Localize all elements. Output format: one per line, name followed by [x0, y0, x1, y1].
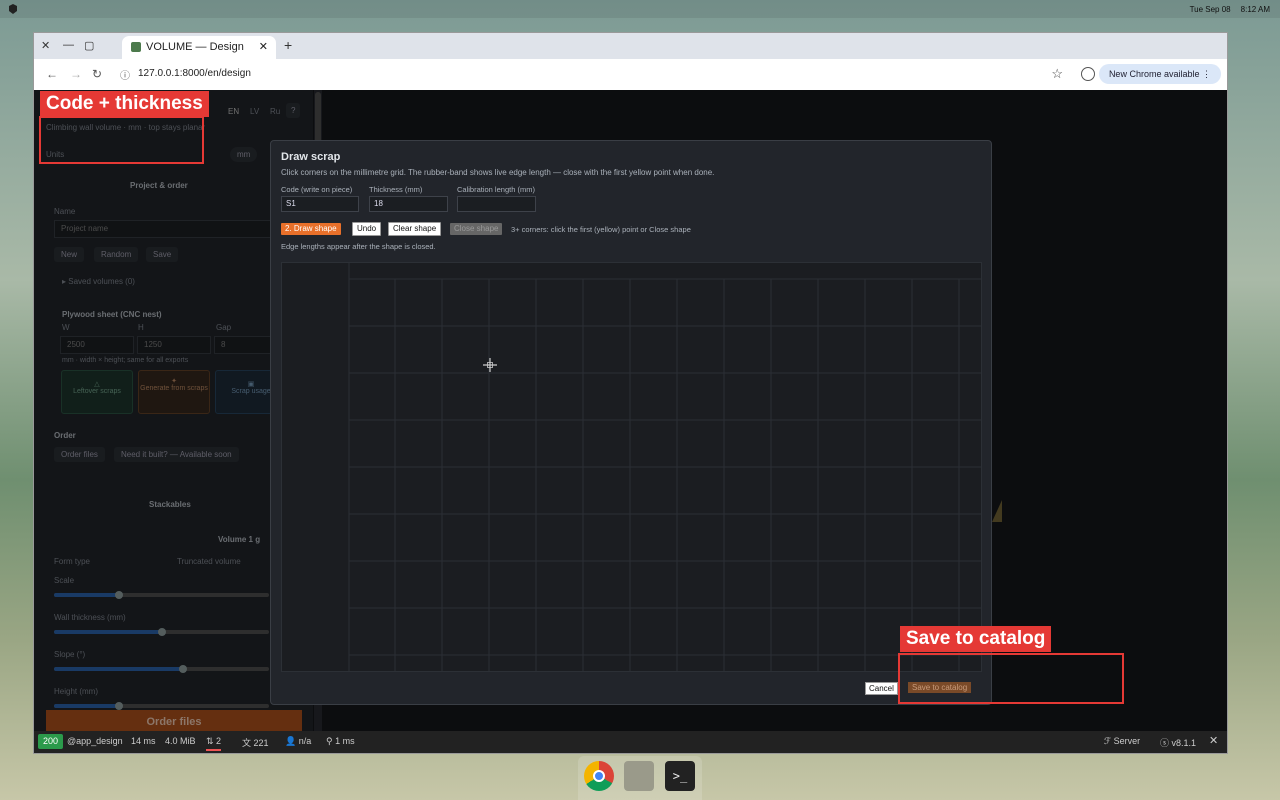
- corners-hint: 3+ corners: click the first (yellow) poi…: [511, 225, 691, 234]
- thickness-label: Thickness (mm): [369, 185, 423, 194]
- annotation-save-box: [898, 653, 1124, 704]
- events-value: 1 ms: [335, 736, 355, 746]
- site-info-icon[interactable]: ⓘ: [120, 67, 130, 82]
- server-indicator[interactable]: ℱ Server: [1104, 736, 1140, 747]
- chrome-update-button[interactable]: New Chrome available ⋮: [1098, 64, 1221, 84]
- user-value: n/a: [298, 736, 312, 746]
- status-code-badge[interactable]: 200: [38, 734, 64, 749]
- events-indicator[interactable]: ⚲ 1 ms: [326, 736, 355, 747]
- user-indicator[interactable]: 👤 n/a: [285, 736, 311, 747]
- cancel-button[interactable]: Cancel: [865, 682, 898, 695]
- url-field[interactable]: 127.0.0.1:8000/en/design: [138, 68, 251, 79]
- requests-count: 2: [216, 736, 222, 746]
- annotation-code-box: [39, 116, 204, 164]
- profile-icon[interactable]: [1081, 67, 1095, 81]
- annotation-code-thickness: Code + thickness: [40, 91, 209, 117]
- debug-toolbar: 200 @app_design 14 ms 4.0 MiB ⇅ 2 文 221 …: [34, 731, 1227, 753]
- os-logo-icon[interactable]: [7, 3, 19, 15]
- draw-shape-button[interactable]: 2. Draw shape: [281, 223, 341, 235]
- calibration-label: Calibration length (mm): [457, 185, 535, 194]
- request-time[interactable]: 14 ms: [131, 736, 156, 746]
- drawing-grid-canvas[interactable]: [281, 262, 982, 672]
- undo-button[interactable]: Undo: [352, 222, 382, 236]
- window-minimize-icon[interactable]: —: [63, 39, 74, 51]
- modal-description: Click corners on the millimetre grid. Th…: [281, 168, 715, 177]
- os-top-bar: Tue Sep 08 8:12 AM: [0, 0, 1280, 18]
- window-maximize-icon[interactable]: ▢: [84, 39, 94, 52]
- files-app-icon[interactable]: [624, 761, 654, 791]
- symfony-version[interactable]: ⓢ v8.1.1: [1160, 736, 1196, 749]
- code-input[interactable]: S1: [281, 196, 359, 212]
- crosshair-cursor-icon: [483, 358, 497, 372]
- update-label: New Chrome available: [1108, 69, 1200, 79]
- version-label: v8.1.1: [1171, 738, 1197, 748]
- reload-icon[interactable]: ↻: [92, 67, 102, 81]
- annotation-save: Save to catalog: [900, 626, 1052, 652]
- clear-shape-button[interactable]: Clear shape: [388, 222, 442, 236]
- tab-volume-design[interactable]: VOLUME — Design ✕: [122, 36, 276, 59]
- bookmark-star-icon[interactable]: ☆: [1051, 66, 1063, 82]
- code-label: Code (write on piece): [281, 185, 353, 194]
- terminal-icon[interactable]: >_: [665, 761, 695, 791]
- os-time: 8:12 AM: [1240, 5, 1270, 14]
- edge-length-hint: Edge lengths appear after the shape is c…: [281, 242, 436, 251]
- calibration-input[interactable]: [457, 196, 536, 212]
- server-label: Server: [1113, 736, 1141, 746]
- close-shape-button[interactable]: Close shape: [450, 223, 503, 235]
- forward-icon[interactable]: →: [70, 67, 82, 81]
- memory-usage[interactable]: 4.0 MiB: [165, 736, 196, 746]
- dock: >_: [578, 756, 702, 800]
- tab-title: VOLUME — Design: [146, 41, 244, 53]
- tab-close-icon[interactable]: ✕: [259, 40, 268, 53]
- tab-strip: ✕ — ▢ VOLUME — Design ✕ +: [34, 33, 1227, 59]
- translation-count: 221: [253, 738, 269, 748]
- favicon-icon: [131, 42, 141, 52]
- address-bar-row: ← → ↻ ⓘ 127.0.0.1:8000/en/design ☆ New C…: [34, 59, 1227, 91]
- toolbar-close-icon[interactable]: ✕: [1209, 734, 1218, 747]
- window-close-icon[interactable]: ✕: [41, 39, 50, 52]
- draw-scrap-modal: Draw scrap Click corners on the millimet…: [270, 140, 992, 705]
- os-clock[interactable]: Tue Sep 08 8:12 AM: [1190, 5, 1270, 14]
- modal-title: Draw scrap: [281, 151, 341, 163]
- chrome-icon[interactable]: [584, 761, 614, 791]
- grid-lines: [348, 263, 981, 671]
- new-tab-icon[interactable]: +: [284, 37, 292, 53]
- thickness-input[interactable]: 18: [369, 196, 448, 212]
- translation-indicator[interactable]: 文 221: [242, 736, 269, 749]
- requests-indicator[interactable]: ⇅ 2: [206, 736, 222, 751]
- os-date: Tue Sep 08: [1189, 5, 1231, 14]
- back-icon[interactable]: ←: [46, 67, 58, 81]
- route-name[interactable]: @app_design: [67, 736, 123, 746]
